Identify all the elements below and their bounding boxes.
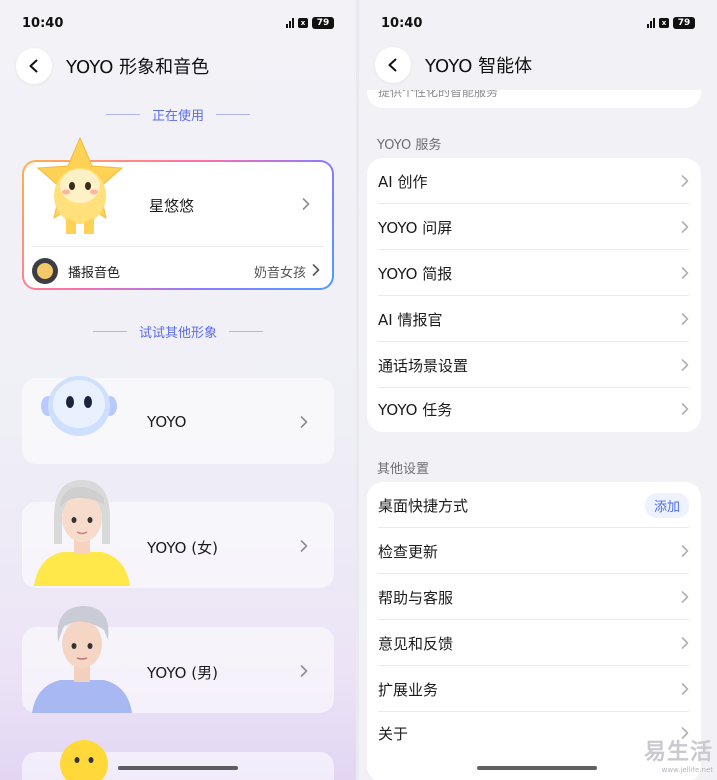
services-group: AI 创作 YOYO 问屏 YOYO 简报 AI 情报官 通话场景设置 YOYO… [367,158,701,432]
row-extensions[interactable]: 扩展业务 [367,666,701,712]
status-bar: 10:40 x 79 [22,14,334,32]
voice-value[interactable]: 奶音女孩 [254,262,306,281]
home-indicator[interactable] [118,766,238,770]
chevron-right-icon [300,540,308,552]
status-time: 10:40 [22,15,64,31]
page-title: YOYO 形象和音色 [66,57,210,78]
battery-icon: 79 [673,17,695,29]
avatar-name: YOYO [147,413,187,431]
female-avatar-image [34,480,130,586]
avatar-card-yoyo[interactable]: YOYO [22,376,334,464]
row-desktop-shortcut[interactable]: 桌面快捷方式 添加 [367,482,701,528]
chevron-right-icon [312,264,320,276]
avatar-name: YOYO (男) [147,664,218,682]
row-call-scene[interactable]: 通话场景设置 [367,342,701,388]
mute-icon: x [298,18,308,28]
wifi-icon [286,18,294,28]
divider-line [229,331,263,332]
row-yoyo-task[interactable]: YOYO 任务 [367,386,701,432]
chevron-right-icon [681,267,689,279]
chevron-right-icon [681,359,689,371]
status-bar-overlay: 10:40 x 79 [381,14,695,32]
chevron-left-icon [388,58,397,72]
chevron-right-icon [681,591,689,603]
row-ai-intel[interactable]: AI 情报官 [367,296,701,342]
voice-avatar-icon [32,258,58,284]
chevron-right-icon [681,403,689,415]
chevron-right-icon [681,545,689,557]
divider-line [216,114,250,115]
group-label-other: 其他设置 [377,462,430,477]
back-button[interactable] [375,47,411,83]
mute-icon: x [659,18,669,28]
avatar-card-yoyo-female[interactable]: YOYO (女) [22,480,334,588]
chevron-right-icon [681,683,689,695]
star-avatar-image [36,136,124,234]
page-title: YOYO 智能体 [425,56,533,77]
chevron-right-icon [681,313,689,325]
male-avatar-image [32,606,132,713]
back-button[interactable] [16,48,52,84]
avatar-voice-screen: 10:40 x 79 YOYO 形象和音色 正在使用 星悠悠 播报音色 奶音女孩… [0,0,356,780]
row-feedback[interactable]: 意见和反馈 [367,620,701,666]
avatar-name: YOYO (女) [147,539,218,557]
yoyo-avatar-image [41,376,117,436]
row-yoyo-ask-screen[interactable]: YOYO 问屏 [367,204,701,250]
avatar-card-yoyo-male[interactable]: YOYO (男) [22,606,334,713]
chick-avatar-image [60,740,108,780]
row-check-update[interactable]: 检查更新 [367,528,701,574]
top-bar: YOYO 形象和音色 [16,46,340,86]
row-yoyo-brief[interactable]: YOYO 简报 [367,250,701,296]
section-other-avatars: 试试其他形象 [0,322,356,341]
chevron-right-icon [300,416,308,428]
chevron-left-icon [29,59,38,73]
chevron-right-icon [302,198,310,210]
battery-icon: 79 [312,17,334,29]
voice-label: 播报音色 [68,266,121,281]
top-bar: YOYO 智能体 [375,45,701,85]
current-avatar-card[interactable]: 星悠悠 播报音色 奶音女孩 [22,136,334,290]
group-label-services: YOYO 服务 [377,138,442,153]
chevron-right-icon [681,221,689,233]
section-in-use: 正在使用 [0,105,356,124]
row-ai-create[interactable]: AI 创作 [367,158,701,204]
add-shortcut-button[interactable]: 添加 [644,492,689,518]
agent-settings-screen: 10:40 x 79 提供个性化的智能服务 10:40 x 79 YOYO 智能… [359,0,717,780]
chevron-right-icon [681,175,689,187]
divider [32,246,324,247]
wifi-icon [647,18,655,28]
chevron-right-icon [300,665,308,677]
status-time: 10:40 [381,15,423,31]
row-help[interactable]: 帮助与客服 [367,574,701,620]
divider-line [92,331,127,332]
section-other-avatars-label: 试试其他形象 [138,326,217,341]
section-in-use-label: 正在使用 [151,109,204,124]
home-indicator[interactable] [477,766,597,770]
watermark-logo: 易生活 www.jellife.net [643,740,713,774]
current-avatar-name: 星悠悠 [149,197,195,215]
divider-line [105,114,140,115]
chevron-right-icon [681,637,689,649]
